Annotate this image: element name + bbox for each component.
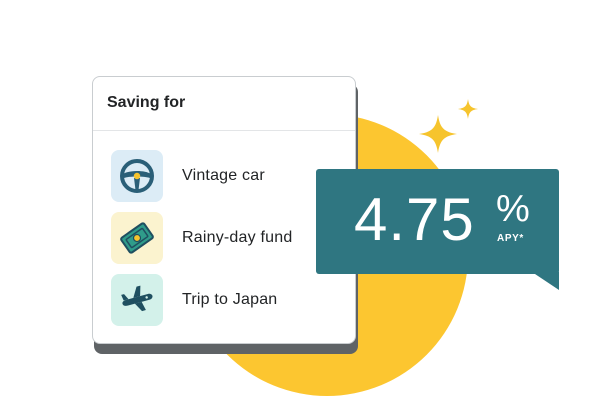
card-title: Saving for [93, 77, 355, 131]
saving-goal-rainy-day-fund[interactable]: Rainy-day fund [111, 212, 292, 264]
money-bill-icon [120, 222, 154, 254]
sparkle-small-icon [458, 99, 478, 119]
saving-goal-trip-to-japan[interactable]: Trip to Japan [111, 274, 277, 326]
vintage-car-label: Vintage car [182, 167, 265, 184]
rainy-day-fund-label: Rainy-day fund [182, 229, 293, 246]
airplane-icon [121, 285, 153, 312]
apy-percent-sign: % [496, 188, 530, 230]
steering-wheel-icon [120, 159, 154, 193]
rainy-day-fund-tile [111, 212, 163, 264]
sparkle-large-icon [419, 115, 457, 153]
trip-to-japan-tile [111, 274, 163, 326]
vintage-car-tile [111, 150, 163, 202]
apy-label: APY* [497, 233, 524, 244]
apy-rate-value: 4.75 [354, 186, 475, 253]
trip-to-japan-label: Trip to Japan [182, 291, 278, 308]
saving-goal-vintage-car[interactable]: Vintage car [111, 150, 265, 202]
apy-callout-tail [532, 272, 559, 290]
